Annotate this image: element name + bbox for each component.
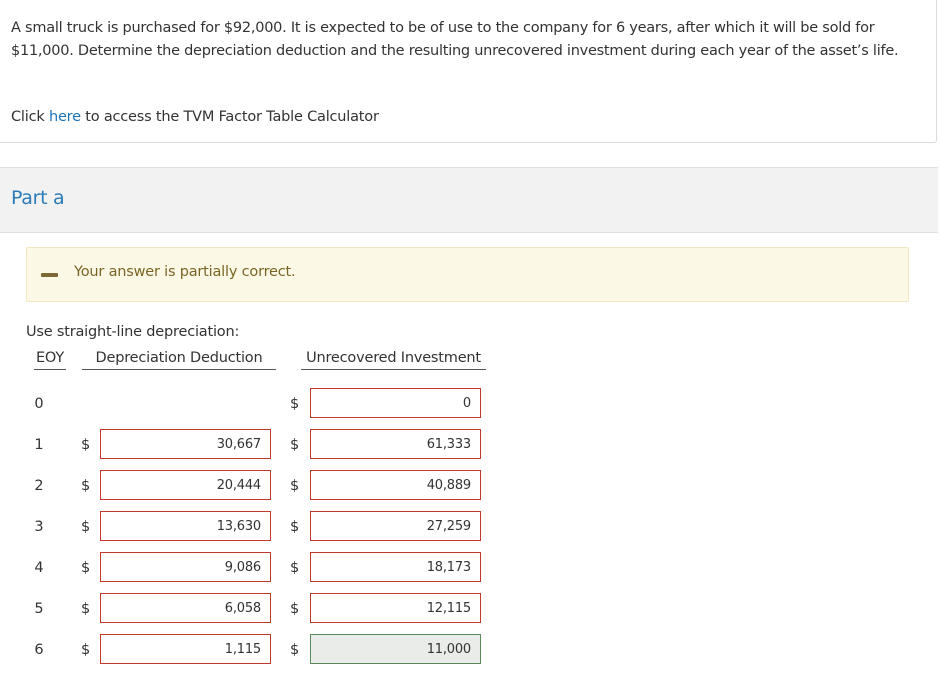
eoy-value: 0	[34, 396, 44, 412]
depreciation-input[interactable]: 30,667	[100, 429, 271, 459]
depreciation-input[interactable]: 1,115	[100, 634, 271, 664]
table-row: 6 $1,115 $11,000	[0, 634, 940, 668]
part-title: Part a	[11, 187, 65, 209]
tvm-calculator-line: Click here to access the TVM Factor Tabl…	[11, 106, 379, 128]
currency-symbol: $	[290, 560, 300, 576]
eoy-value: 5	[34, 601, 44, 617]
eoy-value: 6	[34, 642, 44, 658]
currency-symbol: $	[81, 437, 91, 453]
tvm-calculator-link[interactable]: here	[49, 109, 81, 125]
currency-symbol: $	[81, 642, 91, 658]
feedback-text: Your answer is partially correct.	[74, 264, 296, 280]
table-row: 2 $20,444 $40,889	[0, 470, 940, 504]
unrecovered-input[interactable]: 40,889	[310, 470, 481, 500]
table-row: 0 $0	[0, 388, 940, 422]
currency-symbol: $	[290, 396, 300, 412]
currency-symbol: $	[81, 478, 91, 494]
unrecovered-input[interactable]: 12,115	[310, 593, 481, 623]
feedback-banner: Your answer is partially correct.	[26, 247, 909, 302]
table-row: 5 $6,058 $12,115	[0, 593, 940, 627]
currency-symbol: $	[290, 519, 300, 535]
currency-symbol: $	[290, 601, 300, 617]
table-row: 4 $9,086 $18,173	[0, 552, 940, 586]
column-header-unrecovered: Unrecovered Investment	[301, 350, 486, 370]
tvm-suffix: to access the TVM Factor Table Calculato…	[80, 109, 379, 125]
currency-symbol: $	[290, 642, 300, 658]
eoy-value: 3	[34, 519, 44, 535]
table-row: 3 $13,630 $27,259	[0, 511, 940, 545]
question-text: A small truck is purchased for $92,000. …	[11, 20, 899, 59]
currency-symbol: $	[81, 601, 91, 617]
unrecovered-input[interactable]: 61,333	[310, 429, 481, 459]
eoy-value: 4	[34, 560, 44, 576]
column-header-eoy: EOY	[34, 350, 66, 370]
partial-minus-icon	[41, 273, 58, 277]
unrecovered-input[interactable]: 0	[310, 388, 481, 418]
part-header: Part a	[0, 167, 938, 233]
depreciation-input[interactable]: 6,058	[100, 593, 271, 623]
currency-symbol: $	[290, 437, 300, 453]
depreciation-input[interactable]: 20,444	[100, 470, 271, 500]
currency-symbol: $	[290, 478, 300, 494]
column-header-depreciation: Depreciation Deduction	[82, 350, 276, 370]
unrecovered-input[interactable]: 11,000	[310, 634, 481, 664]
eoy-value: 1	[34, 437, 44, 453]
unrecovered-input[interactable]: 27,259	[310, 511, 481, 541]
currency-symbol: $	[81, 560, 91, 576]
depreciation-input[interactable]: 9,086	[100, 552, 271, 582]
tvm-prefix: Click	[11, 109, 49, 125]
currency-symbol: $	[81, 519, 91, 535]
table-row: 1 $30,667 $61,333	[0, 429, 940, 463]
unrecovered-input[interactable]: 18,173	[310, 552, 481, 582]
eoy-value: 2	[34, 478, 44, 494]
instructions: Use straight-line depreciation:	[26, 324, 240, 340]
depreciation-input[interactable]: 13,630	[100, 511, 271, 541]
